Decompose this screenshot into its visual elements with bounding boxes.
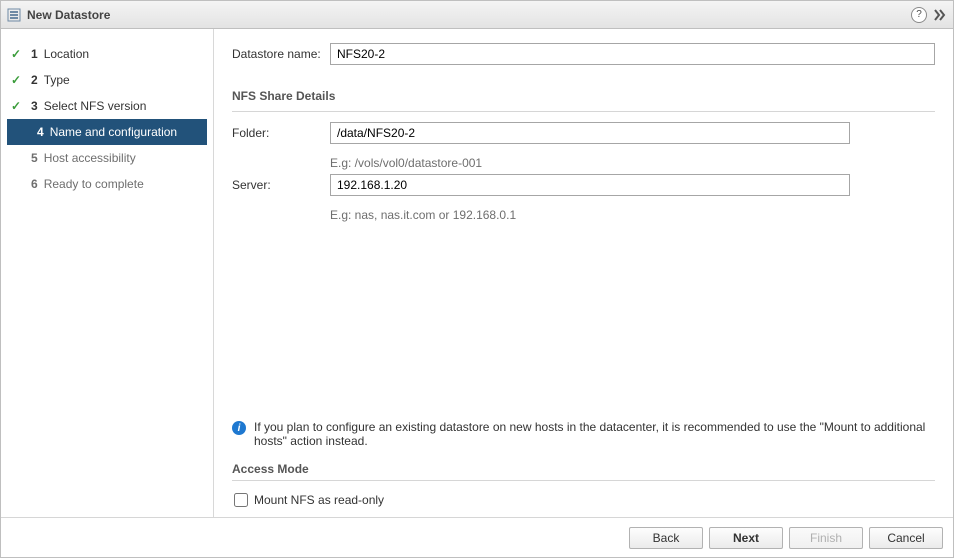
step-host-access[interactable]: ✓ 5 Host accessibility — [1, 145, 213, 171]
input-folder[interactable] — [330, 122, 850, 144]
input-datastore-name[interactable] — [330, 43, 935, 65]
row-folder: Folder: — [232, 122, 935, 144]
back-button[interactable]: Back — [629, 527, 703, 549]
label-folder: Folder: — [232, 126, 330, 140]
row-server: Server: — [232, 174, 935, 196]
section-nfs-details-title: NFS Share Details — [232, 89, 935, 107]
spacer — [232, 226, 935, 414]
next-button[interactable]: Next — [709, 527, 783, 549]
section-access-title: Access Mode — [232, 462, 935, 480]
step-nfs-version[interactable]: ✓ 3 Select NFS version — [1, 93, 213, 119]
label-datastore-name: Datastore name: — [232, 47, 330, 61]
info-row: i If you plan to configure an existing d… — [232, 420, 935, 448]
hint-server: E.g: nas, nas.it.com or 192.168.0.1 — [330, 206, 935, 226]
maximize-icon[interactable] — [933, 9, 947, 21]
label-readonly: Mount NFS as read-only — [254, 493, 384, 507]
step-label: Ready to complete — [44, 177, 144, 191]
hint-folder: E.g: /vols/vol0/datastore-001 — [330, 154, 935, 174]
section-access: Mount NFS as read-only — [232, 480, 935, 507]
step-location[interactable]: ✓ 1 Location — [1, 41, 213, 67]
dialog-title: New Datastore — [27, 8, 911, 22]
checkbox-readonly[interactable] — [234, 493, 248, 507]
step-label: Type — [44, 73, 70, 87]
step-name-config[interactable]: ✓ 4 Name and configuration — [7, 119, 207, 145]
row-readonly: Mount NFS as read-only — [232, 493, 935, 507]
input-server[interactable] — [330, 174, 850, 196]
check-icon: ✓ — [11, 73, 27, 87]
step-label: Host accessibility — [44, 151, 136, 165]
step-label: Select NFS version — [44, 99, 147, 113]
check-icon: ✓ — [11, 47, 27, 61]
row-datastore-name: Datastore name: — [232, 43, 935, 65]
dialog-new-datastore: New Datastore ? ✓ 1 Location ✓ 2 Type ✓ … — [0, 0, 954, 558]
content-area: ✓ 1 Location ✓ 2 Type ✓ 3 Select NFS ver… — [1, 29, 953, 517]
step-label: Name and configuration — [50, 125, 177, 139]
datastore-icon — [7, 8, 21, 22]
finish-button: Finish — [789, 527, 863, 549]
wizard-sidebar: ✓ 1 Location ✓ 2 Type ✓ 3 Select NFS ver… — [1, 29, 214, 517]
label-server: Server: — [232, 178, 330, 192]
titlebar: New Datastore ? — [1, 1, 953, 29]
footer: Back Next Finish Cancel — [1, 517, 953, 557]
cancel-button[interactable]: Cancel — [869, 527, 943, 549]
info-icon: i — [232, 421, 246, 435]
section-nfs-details: Folder: E.g: /vols/vol0/datastore-001 Se… — [232, 111, 935, 226]
check-icon: ✓ — [11, 99, 27, 113]
step-label: Location — [44, 47, 89, 61]
step-type[interactable]: ✓ 2 Type — [1, 67, 213, 93]
info-text: If you plan to configure an existing dat… — [254, 420, 935, 448]
step-ready[interactable]: ✓ 6 Ready to complete — [1, 171, 213, 197]
main-panel: Datastore name: NFS Share Details Folder… — [214, 29, 953, 517]
help-icon[interactable]: ? — [911, 7, 927, 23]
